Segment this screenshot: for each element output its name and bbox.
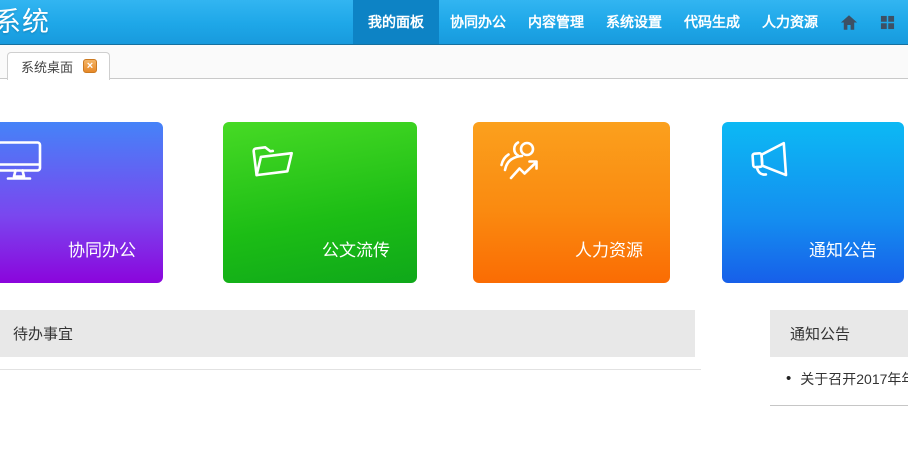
megaphone-icon (748, 137, 796, 185)
nav-item-collaboration[interactable]: 协同办公 (439, 0, 517, 44)
notice-panel-header: 通知公告 (770, 310, 908, 357)
person-activity-icon (499, 137, 547, 185)
notice-item-text: 关于召开2017年年 (800, 370, 908, 387)
notice-list-item[interactable]: • 关于召开2017年年 (786, 370, 908, 387)
bullet-icon: • (786, 372, 791, 386)
monitor-icon (0, 137, 43, 185)
tile-label: 人力资源 (575, 236, 643, 261)
todo-panel-divider (0, 369, 701, 370)
tile-label: 公文流传 (322, 236, 390, 261)
tile-label: 协同办公 (68, 236, 136, 261)
tab-label: 系统桌面 (21, 57, 73, 76)
tile-notices[interactable]: 通知公告 (722, 122, 904, 283)
nav-item-code-generation[interactable]: 代码生成 (673, 0, 751, 44)
tab-system-desktop[interactable]: 系统桌面 × (7, 52, 110, 80)
tile-label: 通知公告 (809, 236, 877, 261)
main-nav: 我的面板 协同办公 内容管理 系统设置 代码生成 人力资源 (353, 0, 906, 44)
notice-panel-divider (770, 405, 908, 406)
nav-item-my-dashboard[interactable]: 我的面板 (353, 0, 439, 44)
folder-open-icon (249, 137, 297, 185)
page: 系统 我的面板 协同办公 内容管理 系统设置 代码生成 人力资源 (0, 0, 908, 454)
nav-item-content-mgmt[interactable]: 内容管理 (517, 0, 595, 44)
tab-bar: 系统桌面 × (0, 45, 908, 79)
tile-collaboration[interactable]: 协同办公 (0, 122, 163, 283)
close-icon[interactable]: × (83, 59, 97, 73)
todo-panel-header: 待办事宜 (0, 310, 695, 357)
apps-grid-icon[interactable] (869, 0, 906, 44)
tile-document-flow[interactable]: 公文流传 (223, 122, 417, 283)
tile-human-resources[interactable]: 人力资源 (473, 122, 670, 283)
nav-item-system-settings[interactable]: 系统设置 (595, 0, 673, 44)
app-header: 系统 我的面板 协同办公 内容管理 系统设置 代码生成 人力资源 (0, 0, 908, 45)
nav-item-human-resources[interactable]: 人力资源 (751, 0, 829, 44)
home-icon[interactable] (829, 0, 869, 44)
app-title: 系统 (0, 0, 50, 44)
